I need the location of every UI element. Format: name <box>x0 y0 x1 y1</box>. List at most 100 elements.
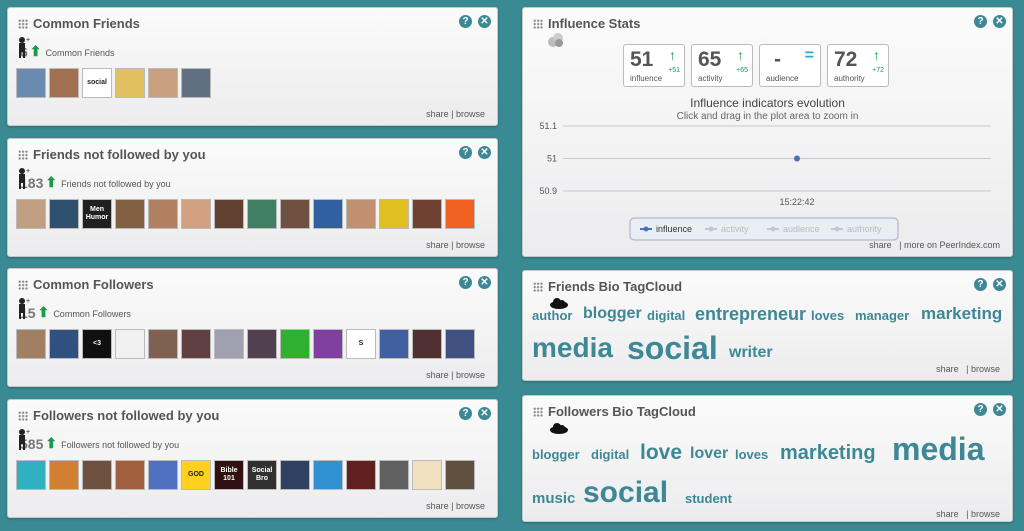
avatar[interactable] <box>16 460 46 490</box>
avatar[interactable] <box>379 329 409 359</box>
share-link[interactable]: share <box>426 501 449 511</box>
widget-title[interactable]: Friends not followed by you <box>18 147 206 162</box>
avatar[interactable] <box>313 199 343 229</box>
share-link[interactable]: share <box>426 240 449 250</box>
avatar[interactable] <box>280 460 310 490</box>
widget-title[interactable]: Followers Bio TagCloud <box>533 404 696 419</box>
avatar[interactable] <box>115 460 145 490</box>
avatar[interactable] <box>247 329 277 359</box>
tag-writer[interactable]: writer <box>729 344 773 362</box>
share-link[interactable]: share <box>869 240 892 250</box>
avatar[interactable] <box>214 329 244 359</box>
tag-media[interactable]: media <box>892 431 984 468</box>
browse-link[interactable]: | browse <box>451 501 485 511</box>
avatar[interactable] <box>445 460 475 490</box>
avatar[interactable] <box>148 68 178 98</box>
close-icon[interactable]: ✕ <box>478 276 491 289</box>
avatar[interactable] <box>346 460 376 490</box>
avatar[interactable] <box>148 329 178 359</box>
avatar[interactable] <box>313 329 343 359</box>
browse-link[interactable]: | browse <box>966 364 1000 374</box>
tag-media[interactable]: media <box>532 332 613 364</box>
influence-chart[interactable]: 51.1 51 50.9 15:22:42 influence activity audie… <box>523 120 1012 250</box>
close-icon[interactable]: ✕ <box>478 407 491 420</box>
tag-blogger[interactable]: blogger <box>583 305 642 323</box>
browse-link[interactable]: | browse <box>451 370 485 380</box>
widget-title[interactable]: Followers not followed by you <box>18 408 219 423</box>
avatar[interactable] <box>49 329 79 359</box>
drag-grip-icon[interactable] <box>18 410 28 421</box>
avatar[interactable]: <3 <box>82 329 112 359</box>
browse-link[interactable]: | browse <box>451 240 485 250</box>
share-link[interactable]: share <box>426 109 449 119</box>
widget-title[interactable]: Common Followers <box>18 277 154 292</box>
help-icon[interactable]: ? <box>459 276 472 289</box>
tag-digital[interactable]: digital <box>591 447 629 462</box>
close-icon[interactable]: ✕ <box>478 146 491 159</box>
avatar[interactable] <box>214 199 244 229</box>
more-peerindex-link[interactable]: | more on PeerIndex.com <box>899 240 1000 250</box>
share-link[interactable]: share <box>936 364 959 374</box>
widget-title[interactable]: Common Friends <box>18 16 140 31</box>
avatar[interactable] <box>346 199 376 229</box>
avatar[interactable]: S <box>346 329 376 359</box>
avatar[interactable] <box>49 460 79 490</box>
tag-blogger[interactable]: blogger <box>532 447 580 462</box>
share-link[interactable]: share <box>426 370 449 380</box>
help-icon[interactable]: ? <box>459 15 472 28</box>
help-icon[interactable]: ? <box>974 278 987 291</box>
tag-love[interactable]: love <box>640 441 682 465</box>
avatar[interactable] <box>148 460 178 490</box>
share-link[interactable]: share <box>936 509 959 519</box>
tag-lover[interactable]: lover <box>690 445 728 463</box>
stat-influence[interactable]: 51 ↑ +51 influence <box>623 44 685 87</box>
help-icon[interactable]: ? <box>974 15 987 28</box>
avatar[interactable] <box>181 329 211 359</box>
tag-digital[interactable]: digital <box>647 308 685 323</box>
avatar[interactable] <box>445 329 475 359</box>
tag-student[interactable]: student <box>685 491 732 506</box>
avatar[interactable] <box>280 199 310 229</box>
drag-grip-icon[interactable] <box>533 281 543 292</box>
tag-social[interactable]: social <box>627 330 718 367</box>
drag-grip-icon[interactable] <box>18 279 28 290</box>
close-icon[interactable]: ✕ <box>993 403 1006 416</box>
avatar[interactable]: social <box>82 68 112 98</box>
avatar[interactable]: Men Humor <box>82 199 112 229</box>
help-icon[interactable]: ? <box>974 403 987 416</box>
drag-grip-icon[interactable] <box>18 18 28 29</box>
tag-marketing[interactable]: marketing <box>921 304 1002 324</box>
browse-link[interactable]: | browse <box>451 109 485 119</box>
stat-audience[interactable]: - = audience <box>759 44 821 87</box>
close-icon[interactable]: ✕ <box>993 278 1006 291</box>
avatar[interactable] <box>82 460 112 490</box>
avatar[interactable] <box>412 199 442 229</box>
widget-title[interactable]: Friends Bio TagCloud <box>533 279 682 294</box>
avatar[interactable] <box>49 199 79 229</box>
close-icon[interactable]: ✕ <box>478 15 491 28</box>
avatar[interactable] <box>412 329 442 359</box>
avatar[interactable] <box>115 68 145 98</box>
stat-activity[interactable]: 65 ↑ +65 activity <box>691 44 753 87</box>
tag-entrepreneur[interactable]: entrepreneur <box>695 304 806 325</box>
drag-grip-icon[interactable] <box>18 149 28 160</box>
widget-title[interactable]: Influence Stats <box>533 16 640 31</box>
tag-loves[interactable]: loves <box>735 447 768 462</box>
avatar[interactable] <box>379 460 409 490</box>
avatar[interactable] <box>148 199 178 229</box>
avatar[interactable] <box>379 199 409 229</box>
tag-music[interactable]: music <box>532 490 575 507</box>
drag-grip-icon[interactable] <box>533 18 543 29</box>
tag-loves[interactable]: loves <box>811 308 844 323</box>
help-icon[interactable]: ? <box>459 146 472 159</box>
avatar[interactable]: Bible 101 <box>214 460 244 490</box>
stat-authority[interactable]: 72 ↑ +72 authority <box>827 44 889 87</box>
avatar[interactable] <box>181 68 211 98</box>
avatar[interactable] <box>115 329 145 359</box>
close-icon[interactable]: ✕ <box>993 15 1006 28</box>
tag-marketing[interactable]: marketing <box>780 442 876 465</box>
avatar[interactable] <box>16 199 46 229</box>
drag-grip-icon[interactable] <box>533 406 543 417</box>
avatar[interactable] <box>115 199 145 229</box>
tag-manager[interactable]: manager <box>855 308 909 323</box>
